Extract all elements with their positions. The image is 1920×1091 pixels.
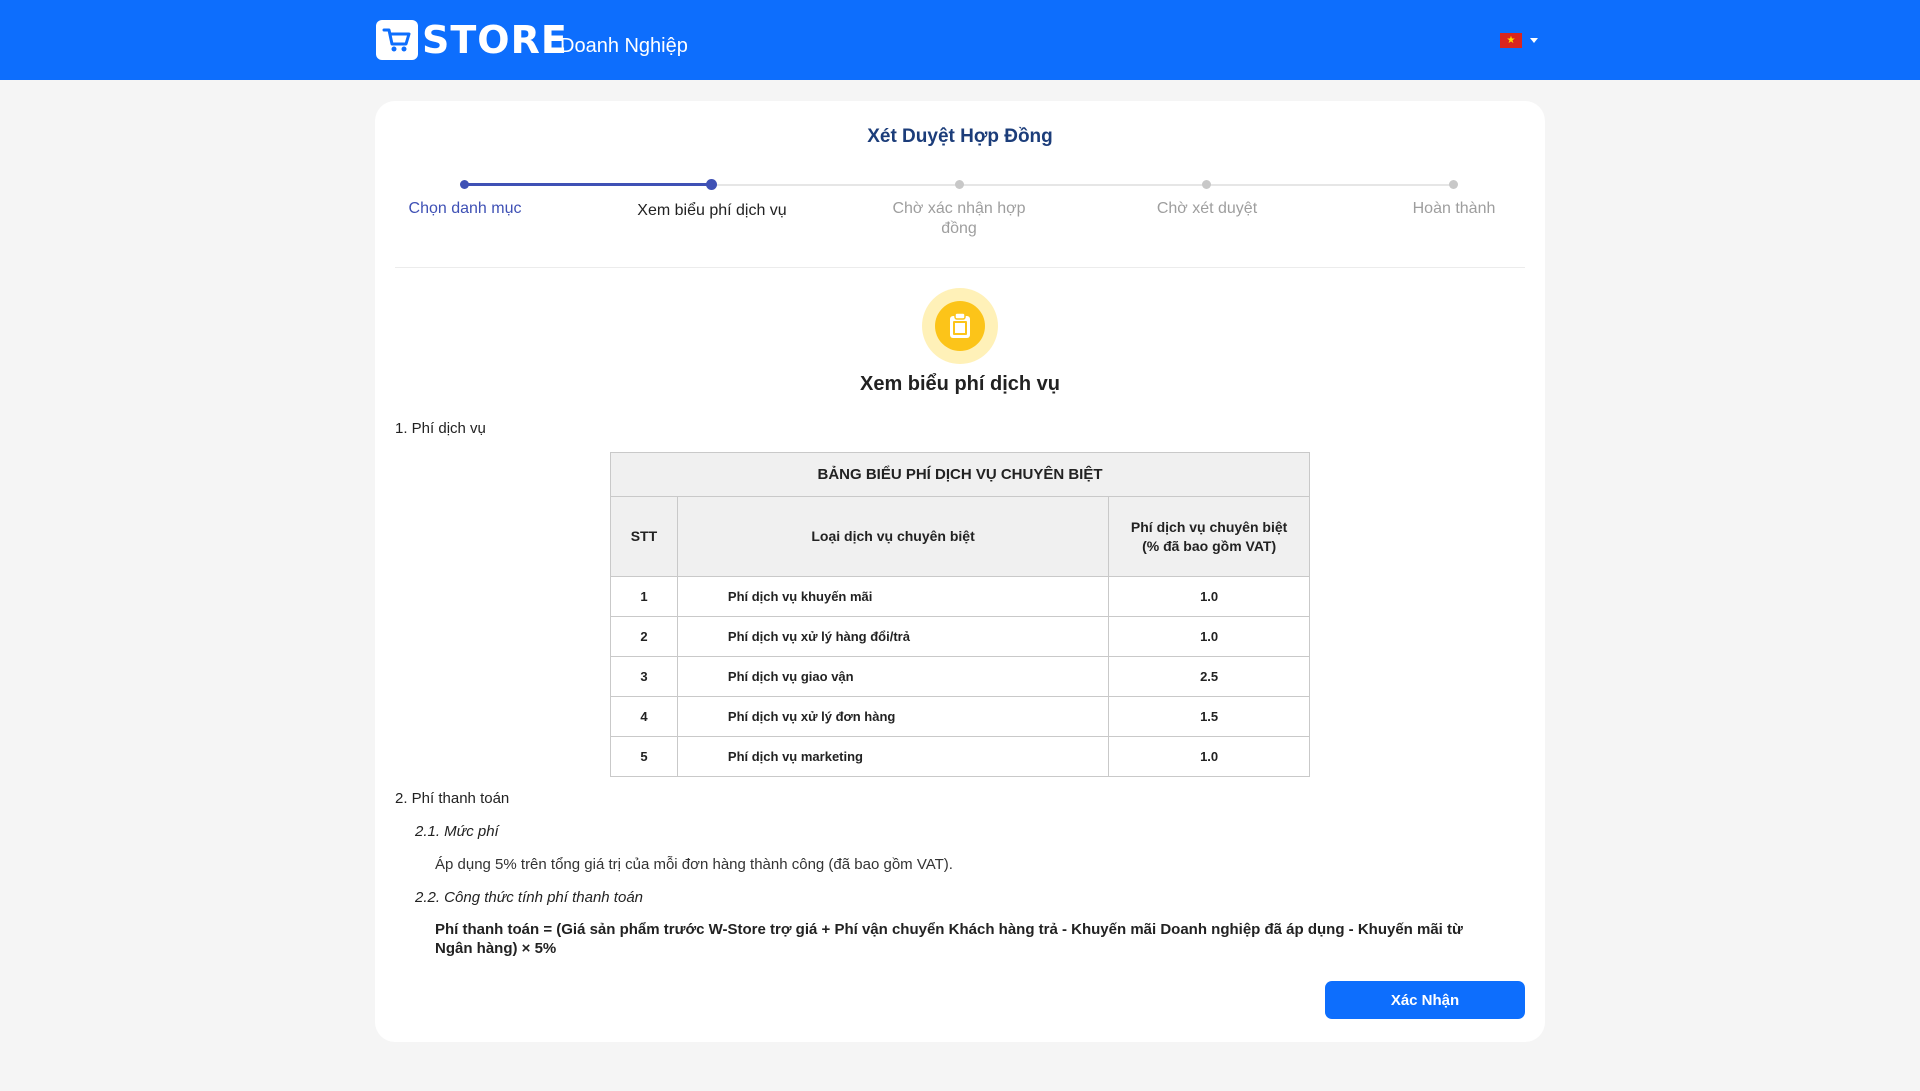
step-dot-3 xyxy=(955,180,964,189)
cell-stt: 5 xyxy=(610,736,678,777)
stepper-track-remaining xyxy=(712,184,1453,186)
table-caption: BẢNG BIỂU PHÍ DỊCH VỤ CHUYÊN BIỆT xyxy=(610,452,1310,497)
stepper-track-done xyxy=(465,183,712,186)
caret-down-icon xyxy=(1530,37,1538,43)
cell-stt: 2 xyxy=(610,616,678,657)
cell-stt: 1 xyxy=(610,576,678,617)
table-row: 3 Phí dịch vụ giao vận 2.5 xyxy=(610,656,1310,697)
cell-service: Phí dịch vụ giao vận xyxy=(676,656,1110,697)
section-title: Xem biểu phí dịch vụ xyxy=(859,373,1061,395)
step-label-4: Chờ xét duyệt xyxy=(1156,200,1258,217)
cell-stt: 3 xyxy=(610,656,678,697)
formula-subheading: 2.2. Công thức tính phí thanh toán xyxy=(415,889,644,906)
progress-stepper: Chọn danh mục Xem biểu phí dịch vụ Chờ x… xyxy=(375,101,1545,271)
cell-fee: 1.0 xyxy=(1108,576,1310,617)
payment-heading: 2. Phí thanh toán xyxy=(395,790,510,807)
step-dot-1 xyxy=(460,180,469,189)
fees-heading: 1. Phí dịch vụ xyxy=(395,420,486,437)
logo-text: STORE xyxy=(422,18,568,62)
cell-fee: 1.0 xyxy=(1108,616,1310,657)
rate-text: Áp dụng 5% trên tổng giá trị của mỗi đơn… xyxy=(435,856,953,873)
step-dot-2 xyxy=(706,179,717,190)
section-divider xyxy=(395,267,1525,268)
cell-fee: 2.5 xyxy=(1108,656,1310,697)
confirm-button[interactable]: Xác Nhận xyxy=(1325,981,1525,1019)
section-icon-badge xyxy=(922,288,998,364)
table-row: 2 Phí dịch vụ xử lý hàng đổi/trả 1.0 xyxy=(610,616,1310,657)
clipboard-icon xyxy=(935,301,985,351)
cell-fee: 1.5 xyxy=(1108,696,1310,737)
step-label-2: Xem biểu phí dịch vụ xyxy=(637,202,787,219)
step-label-3: Chờ xác nhận hợp đồng xyxy=(892,200,1026,237)
cell-stt: 4 xyxy=(610,696,678,737)
formula-text: Phí thanh toán = (Giá sản phẩm trước W-S… xyxy=(435,921,1463,957)
table-row: 1 Phí dịch vụ khuyến mãi 1.0 xyxy=(610,576,1310,617)
column-header-stt: STT xyxy=(610,496,678,577)
step-label-5: Hoàn thành xyxy=(1412,200,1496,217)
wstore-logo[interactable]: STORE xyxy=(376,20,568,60)
table-row: 4 Phí dịch vụ xử lý đơn hàng 1.5 xyxy=(610,696,1310,737)
step-dot-4 xyxy=(1202,180,1211,189)
contract-review-card: Xét Duyệt Hợp Đồng Chọn danh mục Xem biể… xyxy=(375,101,1545,1042)
column-header-fee: Phí dịch vụ chuyên biệt (% đã bao gồm VA… xyxy=(1108,496,1310,577)
cell-service: Phí dịch vụ khuyến mãi xyxy=(676,576,1110,617)
language-selector[interactable]: ★ xyxy=(1500,30,1538,50)
cell-service: Phí dịch vụ xử lý hàng đổi/trả xyxy=(676,616,1110,657)
vietnam-flag-icon: ★ xyxy=(1500,32,1522,48)
logo-subtitle: Doanh Nghiệp xyxy=(560,35,688,57)
step-dot-5 xyxy=(1449,180,1458,189)
rate-subheading: 2.1. Mức phí xyxy=(415,823,499,840)
column-header-service: Loại dịch vụ chuyên biệt xyxy=(676,496,1110,577)
cell-fee: 1.0 xyxy=(1108,736,1310,777)
table-row: 5 Phí dịch vụ marketing 1.0 xyxy=(610,736,1310,777)
shopping-cart-icon xyxy=(376,20,418,60)
top-header: STORE Doanh Nghiệp ★ xyxy=(0,0,1920,80)
step-label-1: Chọn danh mục xyxy=(408,200,522,217)
cell-service: Phí dịch vụ xử lý đơn hàng xyxy=(676,696,1110,737)
cell-service: Phí dịch vụ marketing xyxy=(676,736,1110,777)
fee-table: BẢNG BIỂU PHÍ DỊCH VỤ CHUYÊN BIỆT STT Lo… xyxy=(610,452,1310,777)
